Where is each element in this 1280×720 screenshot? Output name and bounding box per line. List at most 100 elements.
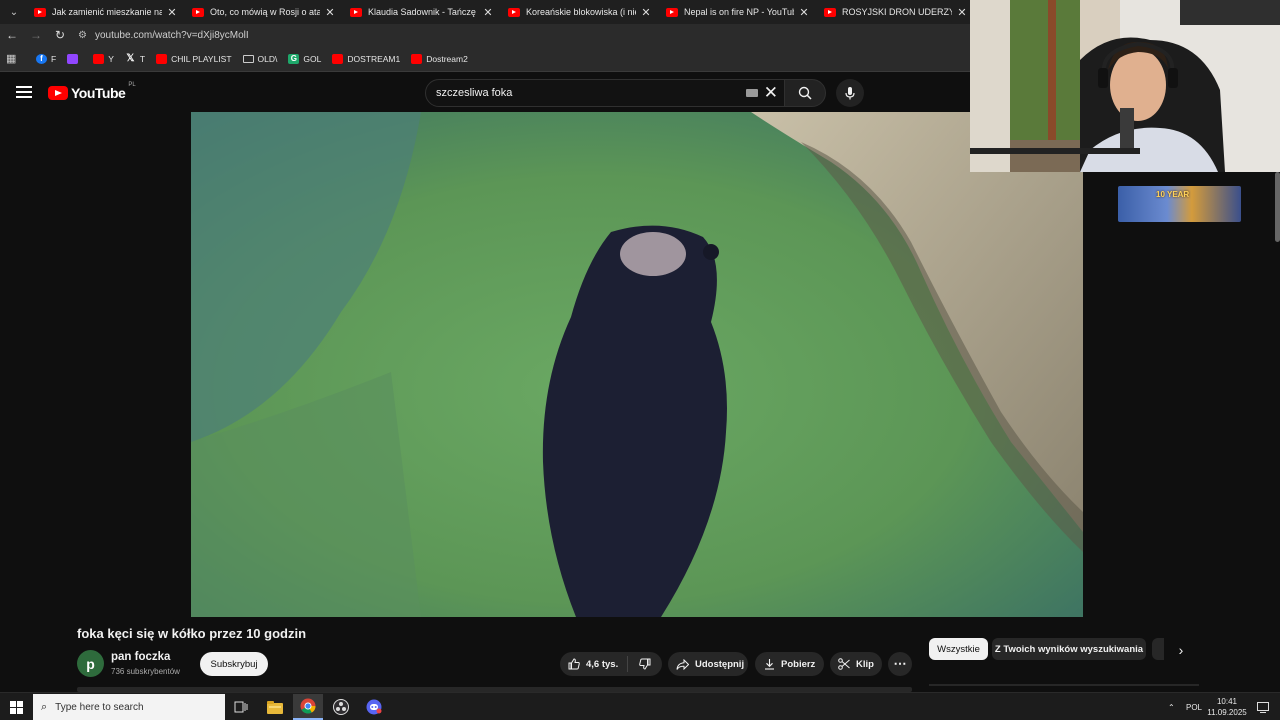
more-actions-button[interactable]: ⋯ [888,652,912,676]
share-button[interactable]: Udostępnij [668,652,748,676]
voice-search-button[interactable] [836,79,864,107]
bookmark-chil-playlist[interactable]: CHIL PLAYLIST [156,53,232,64]
chip-all[interactable]: Wszystkie [929,638,988,660]
task-view-icon[interactable] [226,694,256,720]
tab-title: Koreańskie blokowiska (i nie tyl [526,7,636,17]
address-bar[interactable]: ⚙ youtube.com/watch?v=dXji8ycMolI [72,26,249,44]
search-button[interactable] [784,79,826,107]
browser-tab[interactable]: Jak zamienić mieszkanie na 100 ✕ [28,0,186,24]
tab-close-icon[interactable]: ✕ [956,6,968,19]
chevron-right-icon[interactable]: › [1170,640,1192,660]
keyboard-icon[interactable] [746,89,758,97]
bookmark-label: CHIL PLAYLIST [171,53,232,64]
screen: ⌄ Jak zamienić mieszkanie na 100 ✕ Oto, c… [0,0,1280,720]
taskbar-search-input[interactable]: ⌕ Type here to search [33,694,225,720]
clock-date: 11.09.2025 [1207,708,1247,717]
bookmark-y[interactable]: Y [93,53,114,64]
menu-icon[interactable] [16,86,32,98]
browser-tab[interactable]: ROSYJSKI DRON UDERZYŁ W D ✕ [818,0,976,24]
tab-close-icon[interactable]: ✕ [166,6,178,19]
bookmark-label: DOSTREAM1 [347,53,401,64]
youtube-icon [411,53,423,64]
subscriber-count: 736 subskrybentów [111,667,180,676]
chip-next-partial[interactable] [1152,638,1164,660]
download-button[interactable]: Pobierz [755,652,824,676]
promo-banner[interactable]: 10 YEAR [1118,186,1241,222]
tray-overflow-icon[interactable]: ⌃ [1168,693,1175,720]
discord-icon[interactable] [359,694,389,720]
video-frame [191,112,1083,617]
browser-tab[interactable]: Klaudia Sadownik - Tańczę - Yo ✕ [344,0,502,24]
clip-button[interactable]: Klip [830,652,882,676]
streamer-webcam [970,0,1280,172]
like-dislike-group: 4,6 tys. [560,652,662,676]
share-icon [676,658,689,670]
folder-icon [242,54,254,63]
reload-icon[interactable]: ↻ [48,24,72,46]
dislike-button[interactable] [628,658,662,670]
search-input[interactable]: szczesliwa foka ✕ [425,79,785,107]
bookmark-old-folder[interactable]: OLD\ [242,54,277,64]
youtube-favicon-icon [666,7,678,17]
webcam-image [970,0,1280,172]
bookmark-dostream1[interactable]: DOSTREAM1 [332,53,401,64]
site-settings-icon[interactable]: ⚙ [78,30,87,41]
twitch-icon [67,53,79,64]
file-explorer-icon[interactable] [260,694,290,720]
apps-grid-icon[interactable]: ▦ [6,52,26,65]
chrome-icon[interactable] [293,694,323,720]
youtube-favicon-icon [192,7,204,17]
share-label: Udostępnij [695,658,745,670]
windows-taskbar: ⌕ Type here to search ⌃ POL 10:41 11.09.… [0,692,1280,720]
bookmark-t[interactable]: 𝕏T [125,53,146,64]
bookmark-f[interactable]: fF [36,53,57,64]
tab-title: Jak zamienić mieszkanie na 100 [52,7,162,17]
chip-from-your-search[interactable]: Z Twoich wyników wyszukiwania [992,638,1146,660]
download-icon [765,659,774,670]
bookmark-label: F [51,53,57,64]
clear-search-icon[interactable]: ✕ [764,83,778,103]
tab-title: Nepal is on fire NP - YouTube [684,7,794,17]
scissors-icon [838,658,850,670]
search-icon [798,86,812,100]
tab-close-icon[interactable]: ✕ [324,6,336,19]
youtube-favicon-icon [34,7,46,17]
like-button[interactable]: 4,6 tys. [560,656,628,672]
obs-icon[interactable] [326,694,356,720]
tab-close-icon[interactable]: ✕ [798,6,810,19]
tab-title: Oto, co mówią w Rosji o ataku [210,7,320,17]
windows-start-icon[interactable] [4,696,28,718]
thumbs-down-icon [639,658,651,670]
bookmark-twitch[interactable] [67,53,82,64]
browser-tab[interactable]: Nepal is on fire NP - YouTube ✕ [660,0,818,24]
bookmark-label: Dostream2 [426,53,468,64]
bookmark-gol[interactable]: G GOL [288,53,321,64]
youtube-icon [93,53,105,64]
input-language[interactable]: POL [1186,693,1202,720]
notification-icon[interactable] [1257,693,1269,720]
recommendation-divider [929,684,1199,686]
video-player[interactable] [191,112,1083,617]
forward-arrow-icon[interactable]: → [24,24,48,46]
tab-search-chevron-icon[interactable]: ⌄ [0,0,28,24]
tab-close-icon[interactable]: ✕ [482,6,494,19]
youtube-play-icon [48,86,68,100]
taskbar-clock[interactable]: 10:41 11.09.2025 [1206,696,1248,718]
channel-avatar[interactable]: p [77,650,104,677]
bookmark-dostream2[interactable]: Dostream2 [411,53,468,64]
back-arrow-icon[interactable]: ← [0,24,24,46]
browser-tab[interactable]: Koreańskie blokowiska (i nie tyl ✕ [502,0,660,24]
youtube-icon [332,53,344,64]
bookmark-label: T [139,53,146,64]
subscribe-button[interactable]: Subskrybuj [200,652,268,676]
facebook-icon: f [36,53,47,64]
youtube-logo[interactable]: YouTube PL [48,82,136,101]
channel-name[interactable]: pan foczka [111,651,170,663]
page-scrollbar[interactable] [1275,172,1280,242]
tab-close-icon[interactable]: ✕ [640,6,652,19]
youtube-favicon-icon [350,7,362,17]
logo-text: YouTube [71,85,126,101]
browser-tab[interactable]: Oto, co mówią w Rosji o ataku ✕ [186,0,344,24]
youtube-masthead: YouTube PL szczesliwa foka ✕ [0,73,970,113]
thumbs-up-icon [568,658,580,670]
